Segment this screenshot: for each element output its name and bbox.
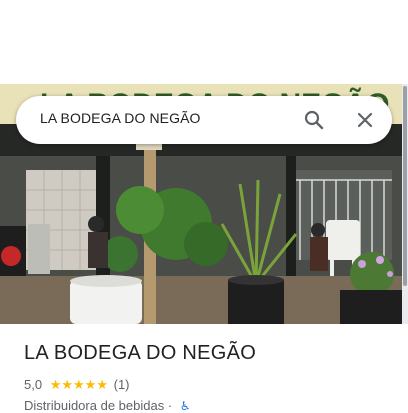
place-info-panel: LA BODEGA DO NEGÃO 5,0 ★★★★★ (1) Distrib… [0, 324, 408, 413]
search-input[interactable]: LA BODEGA DO NEGÃO [40, 110, 201, 126]
close-icon [357, 112, 373, 128]
search-box[interactable]: LA BODEGA DO NEGÃO [16, 96, 392, 144]
wheelchair-icon: ♿ [179, 399, 191, 413]
category-row: Distribuidora de bebidas · ♿ [24, 398, 191, 413]
rating-row[interactable]: 5,0 ★★★★★ (1) [24, 376, 130, 394]
place-title: LA BODEGA DO NEGÃO [24, 342, 257, 364]
panel-scrollbar-thumb[interactable] [403, 86, 407, 286]
review-count[interactable]: (1) [114, 377, 130, 392]
map-top-area [0, 0, 408, 84]
place-category: Distribuidora de bebidas · [24, 398, 173, 413]
rating-value: 5,0 [24, 377, 43, 393]
search-icon [304, 110, 324, 130]
rating-stars: ★★★★★ [49, 376, 108, 392]
search-button[interactable] [302, 108, 326, 132]
clear-search-button[interactable] [353, 108, 377, 132]
